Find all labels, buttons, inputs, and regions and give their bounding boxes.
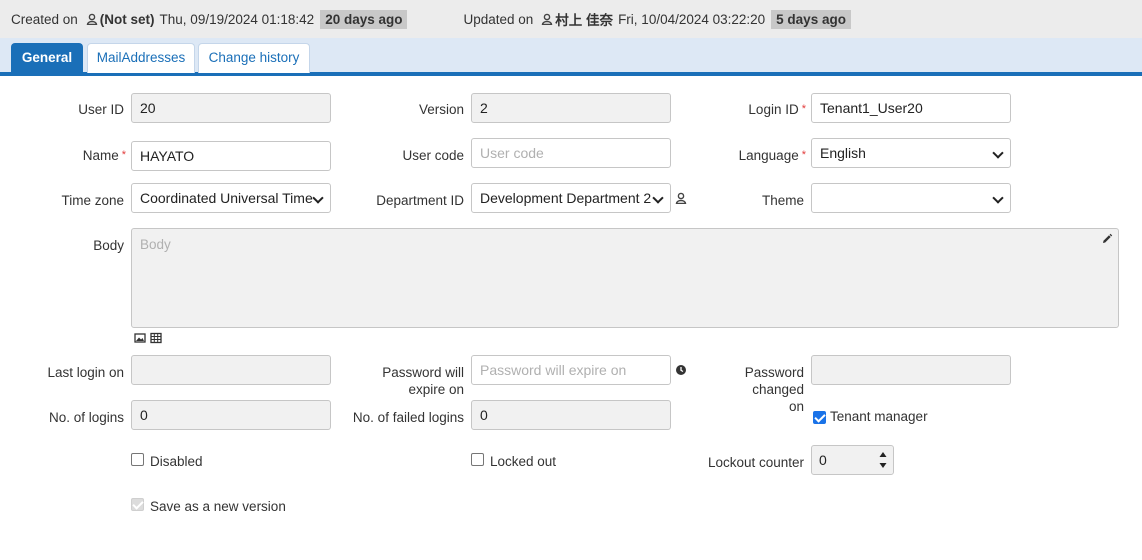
lockout-counter-value: 0	[819, 452, 827, 468]
disabled-checkbox[interactable]	[131, 453, 144, 466]
user-id-field[interactable]: 20	[131, 93, 331, 123]
tab-mailaddresses[interactable]: MailAddresses	[87, 43, 195, 73]
user-icon	[542, 13, 553, 25]
tenant-manager-checkbox[interactable]	[813, 411, 826, 424]
time-zone-label: Time zone	[61, 193, 124, 208]
department-id-value: Development Department 2	[480, 190, 652, 206]
password-expire-field[interactable]: Password will expire on	[471, 355, 671, 385]
no-of-failed-logins-label: No. of failed logins	[352, 410, 464, 425]
updated-ago-badge: 5 days ago	[771, 9, 851, 29]
no-of-logins-label: No. of logins	[48, 410, 124, 425]
login-id-field[interactable]: Tenant1_User20	[811, 93, 1011, 123]
user-icon[interactable]	[675, 192, 687, 204]
chevron-down-icon	[312, 192, 324, 204]
version-label: Version	[418, 102, 464, 117]
image-icon[interactable]	[134, 332, 146, 344]
clock-icon[interactable]	[675, 364, 687, 376]
record-info-bar: Created on (Not set) Thu, 09/19/2024 01:…	[0, 0, 1142, 38]
disabled-label: Disabled	[150, 454, 203, 469]
time-zone-select[interactable]: Coordinated Universal Time	[131, 183, 331, 213]
login-id-label: Login ID *	[748, 102, 806, 117]
password-changed-label: Password changed on	[744, 365, 804, 414]
name-label: Name *	[82, 148, 126, 163]
updated-by: 村上 佳奈	[555, 13, 614, 28]
body-textarea[interactable]: Body	[131, 228, 1119, 328]
user-icon	[86, 13, 98, 25]
pencil-icon[interactable]	[1101, 233, 1113, 245]
locked-out-label: Locked out	[490, 454, 557, 469]
last-login-on-field[interactable]	[131, 355, 331, 385]
updated-label: Updated on	[463, 11, 534, 27]
chevron-down-icon	[652, 192, 664, 204]
time-zone-value: Coordinated Universal Time	[140, 190, 313, 206]
body-label: Body	[93, 238, 124, 253]
stepper-arrows-icon[interactable]	[876, 446, 890, 474]
language-select[interactable]: English	[811, 138, 1011, 168]
version-field[interactable]: 2	[471, 93, 671, 123]
body-placeholder: Body	[140, 237, 171, 252]
tab-bar: General MailAddresses Change history	[0, 38, 1142, 76]
theme-label: Theme	[761, 193, 804, 208]
created-by: (Not set)	[99, 11, 155, 27]
password-changed-field[interactable]	[811, 355, 1011, 385]
name-field[interactable]: HAYATO	[131, 141, 331, 171]
tab-change-history[interactable]: Change history	[198, 43, 310, 73]
updated-at: Fri, 10/04/2024 03:22:20	[618, 11, 766, 27]
language-value: English	[820, 145, 866, 161]
no-of-failed-logins-field[interactable]: 0	[471, 400, 671, 430]
tenant-manager-label: Tenant manager	[830, 409, 928, 424]
created-ago-badge: 20 days ago	[320, 9, 408, 29]
tab-general[interactable]: General	[11, 43, 83, 73]
chevron-down-icon	[992, 147, 1004, 159]
last-login-on-label: Last login on	[47, 365, 124, 380]
user-code-field[interactable]: User code	[471, 138, 671, 168]
save-as-new-version-checkbox[interactable]	[131, 498, 144, 511]
created-at: Thu, 09/19/2024 01:18:42	[159, 11, 315, 27]
password-expire-label: Password will expire on	[382, 365, 464, 397]
locked-out-checkbox[interactable]	[471, 453, 484, 466]
department-id-select[interactable]: Development Department 2	[471, 183, 671, 213]
created-label: Created on	[11, 11, 78, 27]
save-as-new-version-label: Save as a new version	[150, 499, 286, 514]
department-id-label: Department ID	[376, 193, 464, 208]
user-code-label: User code	[402, 148, 464, 163]
language-label: Language *	[738, 148, 806, 163]
table-icon[interactable]	[150, 332, 162, 344]
lockout-counter-label: Lockout counter	[707, 455, 804, 470]
user-id-label: User ID	[78, 102, 124, 117]
no-of-logins-field[interactable]: 0	[131, 400, 331, 430]
theme-select[interactable]	[811, 183, 1011, 213]
chevron-down-icon	[992, 192, 1004, 204]
